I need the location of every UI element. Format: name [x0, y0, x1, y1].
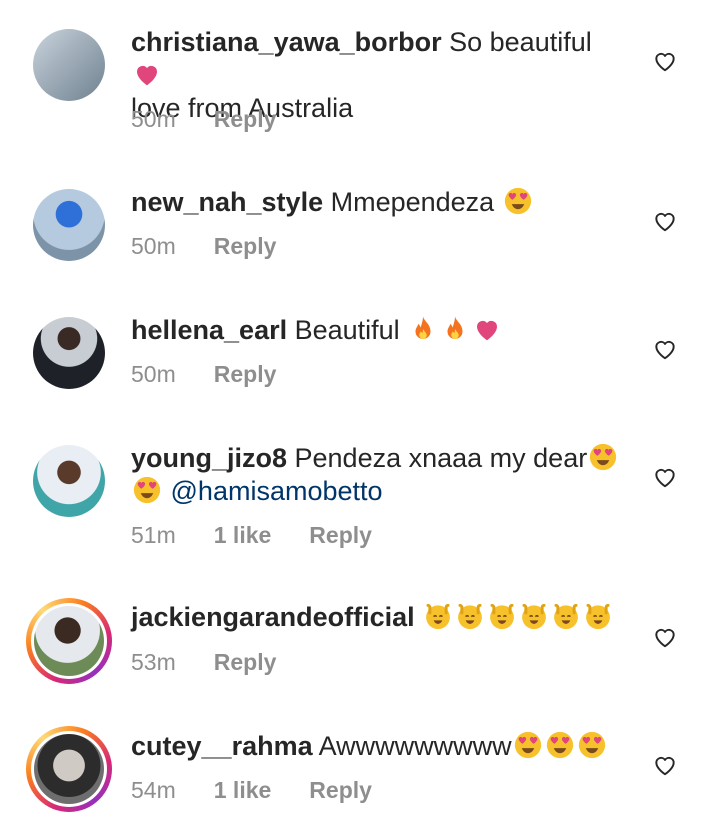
like-heart-icon[interactable] [652, 752, 678, 778]
comment-username[interactable]: new_nah_style [131, 187, 323, 217]
comment-meta: 50m Reply [131, 361, 314, 388]
avatar-story-ring[interactable] [26, 598, 112, 684]
like-heart-icon[interactable] [652, 336, 678, 362]
heart-eyes-emoji-icon [588, 442, 618, 472]
heart-eyes-emoji-icon [545, 730, 575, 760]
reply-button[interactable]: Reply [214, 106, 277, 132]
fire-emoji-icon [408, 314, 438, 344]
heart-eyes-emoji-icon [513, 730, 543, 760]
reply-button[interactable]: Reply [214, 361, 277, 387]
comment-username[interactable]: jackiengarandeofficial [131, 602, 415, 632]
avatar[interactable] [33, 445, 105, 517]
avatar [34, 606, 104, 676]
comment-meta: 54m 1 like Reply [131, 777, 410, 804]
comment-time: 51m [131, 522, 176, 548]
comment-meta: 53m Reply [131, 649, 314, 676]
reply-button[interactable]: Reply [214, 233, 277, 259]
avatar [34, 734, 104, 804]
reply-button[interactable]: Reply [214, 649, 277, 675]
comment-text: new_nah_style Mmependeza [131, 186, 631, 219]
like-heart-icon[interactable] [652, 464, 678, 490]
comment-body: Awwwwwwwww [312, 731, 512, 761]
avatar[interactable] [33, 317, 105, 389]
comment-body: So beautiful [441, 27, 592, 57]
comment-username[interactable]: young_jizo8 [131, 443, 287, 473]
heart-emoji-icon [472, 314, 502, 344]
comment-body: Beautiful [287, 315, 400, 345]
comment-time: 50m [131, 106, 176, 132]
comment-time: 50m [131, 361, 176, 387]
hands-up-emoji-icon [519, 601, 549, 631]
comment-username[interactable]: cutey__rahma [131, 731, 313, 761]
like-heart-icon[interactable] [652, 48, 678, 74]
comment-meta: 50m Reply [131, 233, 314, 260]
comment-meta: 51m 1 like Reply [131, 522, 410, 549]
hands-up-emoji-icon [487, 601, 517, 631]
avatar[interactable] [33, 29, 105, 101]
comment-meta: 50m Reply [131, 106, 314, 133]
comment-time: 53m [131, 649, 176, 675]
heart-emoji-icon [132, 59, 162, 89]
comment-text: young_jizo8 Pendeza xnaaa my dear @hamis… [131, 442, 631, 508]
reply-button[interactable]: Reply [309, 522, 372, 548]
like-heart-icon[interactable] [652, 624, 678, 650]
comment-text: hellena_earl Beautiful [131, 314, 631, 347]
like-heart-icon[interactable] [652, 208, 678, 234]
fire-emoji-icon [440, 314, 470, 344]
heart-eyes-emoji-icon [503, 186, 533, 216]
comment-text: cutey__rahma Awwwwwwwww [131, 730, 631, 763]
comment-body [415, 602, 423, 632]
hands-up-emoji-icon [455, 601, 485, 631]
comment-body: Pendeza xnaaa my dear [287, 443, 588, 473]
comment-text: jackiengarandeofficial [131, 601, 631, 634]
likes-count[interactable]: 1 like [214, 522, 272, 548]
hands-up-emoji-icon [423, 601, 453, 631]
comment-body: Mmependeza [323, 187, 495, 217]
comment-time: 54m [131, 777, 176, 803]
likes-count[interactable]: 1 like [214, 777, 272, 803]
reply-button[interactable]: Reply [309, 777, 372, 803]
avatar[interactable] [33, 189, 105, 261]
hands-up-emoji-icon [583, 601, 613, 631]
mention-link[interactable]: @hamisamobetto [171, 476, 383, 506]
heart-eyes-emoji-icon [132, 475, 162, 505]
comment-username[interactable]: christiana_yawa_borbor [131, 27, 442, 57]
hands-up-emoji-icon [551, 601, 581, 631]
heart-eyes-emoji-icon [577, 730, 607, 760]
comment-username[interactable]: hellena_earl [131, 315, 287, 345]
comment-time: 50m [131, 233, 176, 259]
avatar-story-ring[interactable] [26, 726, 112, 812]
